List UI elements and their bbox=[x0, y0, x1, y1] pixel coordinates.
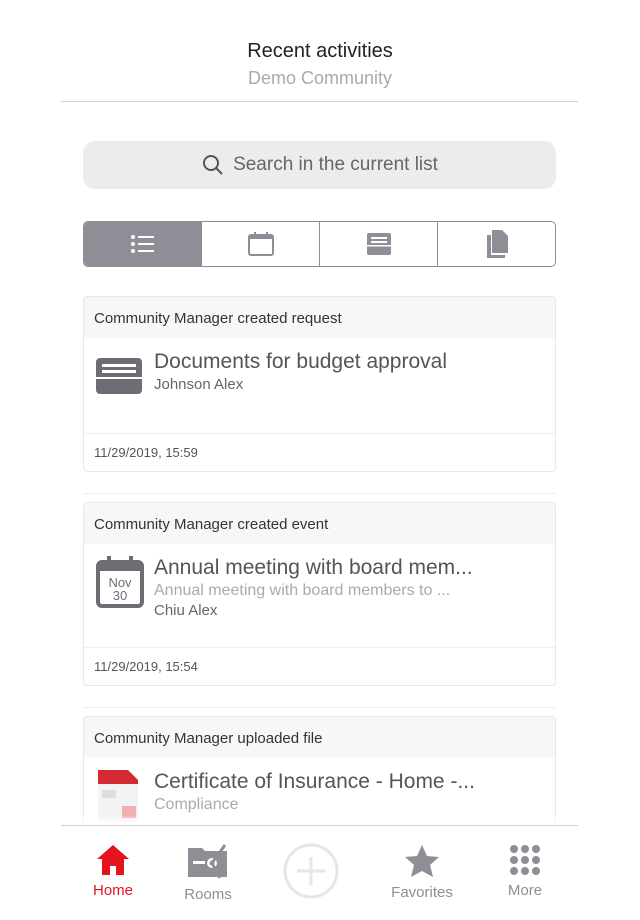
page-title: Recent activities bbox=[247, 40, 393, 62]
activity-author: Johnson Alex bbox=[154, 376, 244, 393]
home-icon bbox=[97, 845, 129, 875]
documents-icon bbox=[486, 230, 508, 258]
activity-description: Annual meeting with board members to ... bbox=[154, 582, 451, 599]
star-icon bbox=[405, 845, 439, 877]
activity-header: Community Manager created request bbox=[84, 297, 555, 338]
calendar-icon bbox=[247, 232, 274, 256]
tab-rooms[interactable]: Rooms bbox=[163, 842, 253, 903]
tab-label: Home bbox=[92, 882, 133, 899]
tab-more[interactable]: More bbox=[480, 844, 570, 899]
grid-dots-icon bbox=[510, 845, 540, 875]
tab-label: Favorites bbox=[391, 884, 453, 901]
header-divider bbox=[61, 101, 578, 102]
tab-home[interactable]: Home bbox=[68, 844, 158, 899]
tab-label: More bbox=[507, 882, 543, 899]
activity-timestamp: 11/29/2019, 15:54 bbox=[84, 647, 555, 685]
filter-requests-button[interactable] bbox=[319, 222, 437, 266]
activity-header: Community Manager uploaded file bbox=[84, 717, 555, 758]
community-name: Demo Community bbox=[247, 68, 393, 88]
search-placeholder: Search in the current list bbox=[233, 154, 438, 175]
activity-header: Community Manager created event bbox=[84, 503, 555, 544]
calendar-day: 30 bbox=[113, 588, 127, 603]
scroll-fade bbox=[0, 815, 640, 825]
activity-description: Compliance bbox=[154, 796, 239, 813]
activity-timestamp: 11/29/2019, 15:59 bbox=[84, 433, 555, 471]
activity-title: Certificate of Insurance - Home -... bbox=[154, 770, 475, 793]
tab-favorites[interactable]: Favorites bbox=[377, 844, 467, 901]
activity-card[interactable]: Community Manager created request Docume… bbox=[83, 296, 556, 472]
activity-title: Documents for budget approval bbox=[154, 350, 448, 373]
filter-segmented-control bbox=[83, 221, 556, 267]
activity-card[interactable]: Community Manager created event Nov 30 An… bbox=[83, 502, 556, 686]
card-divider bbox=[83, 707, 556, 708]
search-icon bbox=[203, 155, 223, 175]
plus-circle-icon bbox=[283, 843, 339, 899]
filter-files-button[interactable] bbox=[437, 222, 555, 266]
card-divider bbox=[83, 493, 556, 494]
vault-folder-icon bbox=[188, 844, 227, 879]
inbox-icon bbox=[96, 358, 142, 394]
inbox-icon bbox=[366, 233, 391, 255]
filter-all-button[interactable] bbox=[84, 222, 201, 266]
calendar-icon: Nov30 bbox=[96, 556, 144, 608]
activity-title: Annual meeting with board mem... bbox=[154, 556, 473, 579]
filter-events-button[interactable] bbox=[201, 222, 319, 266]
tab-label: Rooms bbox=[184, 886, 232, 903]
add-button[interactable] bbox=[266, 842, 356, 906]
search-input[interactable]: Search in the current list bbox=[83, 141, 556, 189]
activity-author: Chiu Alex bbox=[154, 602, 218, 619]
tab-bar: Home Rooms Favorites More bbox=[61, 825, 578, 920]
list-icon bbox=[130, 235, 154, 253]
